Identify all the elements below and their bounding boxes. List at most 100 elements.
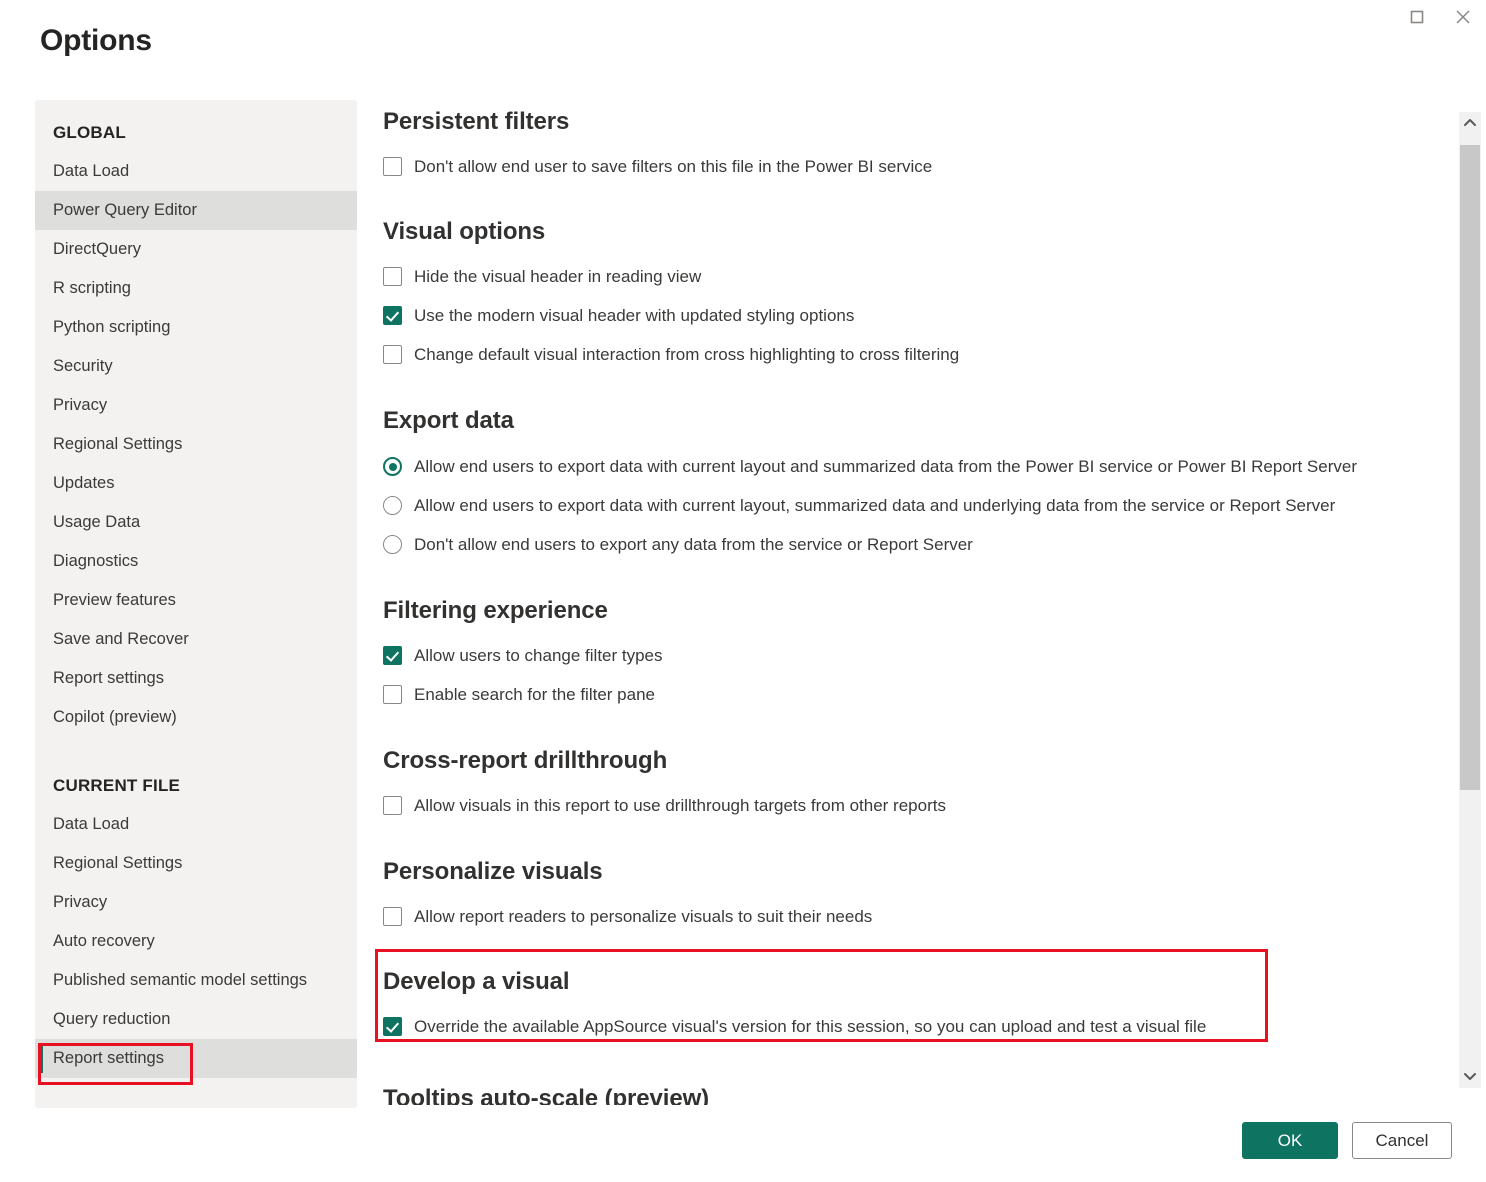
sidebar-item-power-query-editor[interactable]: Power Query Editor (35, 191, 357, 230)
sidebar-item-privacy[interactable]: Privacy (35, 386, 357, 425)
sidebar-item-label: Query reduction (53, 1010, 170, 1028)
sidebar-item-cf-privacy[interactable]: Privacy (35, 883, 357, 922)
checkbox-label: Allow visuals in this report to use dril… (414, 795, 946, 817)
sidebar-item-label: Python scripting (53, 318, 170, 336)
sidebar-item-copilot-preview[interactable]: Copilot (preview) (35, 698, 357, 737)
radio-row-export-none[interactable]: Don't allow end users to export any data… (383, 534, 1431, 556)
sidebar-item-label: Published semantic model settings (53, 971, 307, 989)
checkbox-hide-visual-header[interactable] (383, 267, 402, 286)
checkbox-override-appsource-version[interactable] (383, 1017, 402, 1036)
radio-export-none[interactable] (383, 535, 402, 554)
sidebar-group-label-current-file: CURRENT FILE (35, 767, 357, 805)
sidebar-item-label: Privacy (53, 396, 107, 414)
checkbox-row-allow-personalize-visuals[interactable]: Allow report readers to personalize visu… (383, 906, 1431, 928)
sidebar-item-cf-regional-settings[interactable]: Regional Settings (35, 844, 357, 883)
radio-label: Allow end users to export data with curr… (414, 495, 1335, 517)
section-heading-visual-options: Visual options (383, 218, 1431, 246)
checkbox-change-default-visual-interaction[interactable] (383, 345, 402, 364)
section-heading-personalize-visuals: Personalize visuals (383, 858, 1431, 886)
sidebar-item-label: Report settings (53, 1049, 164, 1067)
sidebar-item-cf-report-settings[interactable]: Report settings (35, 1039, 357, 1078)
sidebar-item-cf-data-load[interactable]: Data Load (35, 805, 357, 844)
sidebar-item-updates[interactable]: Updates (35, 464, 357, 503)
sidebar-item-label: DirectQuery (53, 240, 141, 258)
sidebar-item-label: Data Load (53, 815, 129, 833)
checkbox-label: Change default visual interaction from c… (414, 344, 959, 366)
sidebar-item-save-and-recover[interactable]: Save and Recover (35, 620, 357, 659)
sidebar-item-label: Regional Settings (53, 854, 182, 872)
sidebar-item-usage-data[interactable]: Usage Data (35, 503, 357, 542)
sidebar-item-cf-published-semantic-model-settings[interactable]: Published semantic model settings (35, 961, 357, 1000)
checkbox-allow-change-filter-types[interactable] (383, 646, 402, 665)
chevron-down-icon (1464, 1068, 1476, 1086)
close-button[interactable] (1440, 0, 1486, 34)
sidebar-item-cf-auto-recovery[interactable]: Auto recovery (35, 922, 357, 961)
sidebar-item-r-scripting[interactable]: R scripting (35, 269, 357, 308)
maximize-icon (1410, 10, 1424, 24)
checkbox-allow-personalize-visuals[interactable] (383, 907, 402, 926)
scrollbar-thumb[interactable] (1460, 145, 1480, 790)
sidebar-item-directquery[interactable]: DirectQuery (35, 230, 357, 269)
radio-row-export-underlying[interactable]: Allow end users to export data with curr… (383, 495, 1431, 517)
checkbox-row-allow-drillthrough-targets[interactable]: Allow visuals in this report to use dril… (383, 795, 1431, 817)
sidebar-item-label: Power Query Editor (53, 201, 197, 219)
sidebar-item-label: Updates (53, 474, 114, 492)
content-scrollbar[interactable] (1459, 112, 1481, 1088)
cancel-button[interactable]: Cancel (1352, 1122, 1452, 1159)
sidebar-item-preview-features[interactable]: Preview features (35, 581, 357, 620)
checkbox-row-dont-allow-save-filters[interactable]: Don't allow end user to save filters on … (383, 156, 1431, 178)
radio-label: Allow end users to export data with curr… (414, 456, 1357, 478)
page-title: Options (40, 24, 152, 58)
sidebar-item-regional-settings[interactable]: Regional Settings (35, 425, 357, 464)
sidebar-item-label: Security (53, 357, 113, 375)
checkbox-row-modern-visual-header[interactable]: Use the modern visual header with update… (383, 305, 1431, 327)
scroll-up-button[interactable] (1459, 112, 1481, 134)
checkbox-allow-drillthrough-targets[interactable] (383, 796, 402, 815)
settings-content: Persistent filters Don't allow end user … (383, 100, 1431, 1105)
sidebar-item-cf-query-reduction[interactable]: Query reduction (35, 1000, 357, 1039)
section-heading-export-data: Export data (383, 407, 1431, 435)
checkbox-row-change-default-visual-interaction[interactable]: Change default visual interaction from c… (383, 344, 1431, 366)
sidebar-item-security[interactable]: Security (35, 347, 357, 386)
checkbox-enable-search-filter-pane[interactable] (383, 685, 402, 704)
checkbox-label: Override the available AppSource visual'… (414, 1016, 1206, 1038)
ok-button[interactable]: OK (1242, 1122, 1338, 1159)
checkbox-label: Allow report readers to personalize visu… (414, 906, 872, 928)
sidebar-item-label: Preview features (53, 591, 176, 609)
sidebar-item-diagnostics[interactable]: Diagnostics (35, 542, 357, 581)
section-heading-cross-report-drillthrough: Cross-report drillthrough (383, 747, 1431, 775)
dialog-footer: OK Cancel (1242, 1122, 1452, 1159)
radio-label: Don't allow end users to export any data… (414, 534, 973, 556)
sidebar-item-label: Privacy (53, 893, 107, 911)
section-heading-filtering-experience: Filtering experience (383, 597, 1431, 625)
checkbox-row-allow-change-filter-types[interactable]: Allow users to change filter types (383, 645, 1431, 667)
checkbox-label: Use the modern visual header with update… (414, 305, 854, 327)
radio-row-export-summarized[interactable]: Allow end users to export data with curr… (383, 456, 1431, 478)
close-icon (1455, 9, 1471, 25)
sidebar-group-label-global: GLOBAL (35, 114, 357, 152)
sidebar-item-label: Diagnostics (53, 552, 138, 570)
checkbox-label: Allow users to change filter types (414, 645, 663, 667)
checkbox-dont-allow-save-filters[interactable] (383, 157, 402, 176)
window-controls (1394, 0, 1486, 34)
section-heading-persistent-filters: Persistent filters (383, 108, 1431, 136)
sidebar-item-label: Regional Settings (53, 435, 182, 453)
selection-indicator (39, 1044, 43, 1073)
sidebar-item-label: Save and Recover (53, 630, 189, 648)
sidebar-item-label: R scripting (53, 279, 131, 297)
scroll-down-button[interactable] (1459, 1066, 1481, 1088)
sidebar-item-report-settings-global[interactable]: Report settings (35, 659, 357, 698)
sidebar-item-label: Usage Data (53, 513, 140, 531)
options-dialog: Options GLOBAL Data Load Power Query Edi… (0, 0, 1486, 1182)
maximize-button[interactable] (1394, 0, 1440, 34)
sidebar-item-python-scripting[interactable]: Python scripting (35, 308, 357, 347)
chevron-up-icon (1464, 114, 1476, 132)
radio-export-underlying[interactable] (383, 496, 402, 515)
radio-export-summarized[interactable] (383, 457, 402, 476)
sidebar-item-data-load[interactable]: Data Load (35, 152, 357, 191)
checkbox-row-override-appsource-version[interactable]: Override the available AppSource visual'… (383, 1016, 1431, 1038)
section-heading-tooltips-auto-scale: Tooltips auto-scale (preview) (383, 1085, 1431, 1105)
checkbox-modern-visual-header[interactable] (383, 306, 402, 325)
checkbox-row-enable-search-filter-pane[interactable]: Enable search for the filter pane (383, 684, 1431, 706)
checkbox-row-hide-visual-header[interactable]: Hide the visual header in reading view (383, 266, 1431, 288)
